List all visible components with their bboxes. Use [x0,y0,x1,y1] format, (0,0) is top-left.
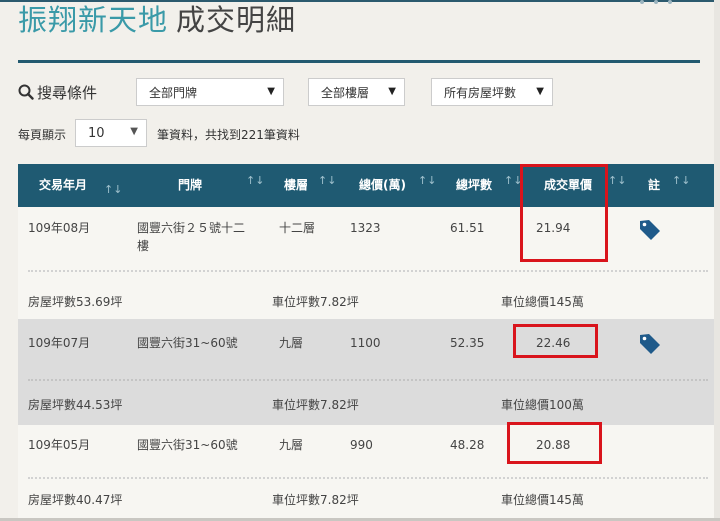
cell-total-area: 52.35 [450,336,485,350]
cell-date: 109年05月 [28,438,91,452]
filter-floor-select[interactable]: 全部樓層 ▼ [308,78,405,106]
filter-floor-value: 全部樓層 [321,85,370,100]
parking-price: 車位總價145萬 [501,493,584,507]
filter-area-select[interactable]: 所有房屋坪數 ▼ [431,78,553,106]
search-icon [18,84,34,100]
cell-total-price: 1323 [350,221,381,235]
parking-area: 車位坪數7.82坪 [272,295,359,309]
cell-address: 國豐六街２５號十二樓 [137,221,246,253]
per-page-label: 每頁顯示 [18,128,67,142]
filter-address-select[interactable]: 全部門牌 ▼ [136,78,284,106]
cell-floor: 十二層 [279,221,316,235]
row-divider [28,379,708,381]
table-header: 交易年月 ↑↓ 門牌 ↑↓ 樓層 ↑↓ 總價(萬) ↑↓ 總坪數 ↑↓ 成交單價… [18,164,714,207]
cell-total-price: 1100 [350,336,381,350]
house-area: 房屋坪數44.53坪 [28,398,123,412]
sort-icon[interactable]: ↑↓ [418,174,436,187]
result-summary: 筆資料，共找到221筆資料 [157,128,300,142]
per-page-value: 10 [88,125,105,141]
column-header-address[interactable]: 門牌 [178,164,202,207]
per-page-select[interactable]: 10 ▼ [75,119,147,147]
table-row: 109年07月 國豐六街31~60號 九層 1100 52.35 22.46 房… [18,319,714,425]
highlight-box [507,422,602,464]
cell-address: 國豐六街31~60號 [137,336,238,350]
parking-area: 車位坪數7.82坪 [272,493,359,507]
row-divider [28,270,708,272]
cell-date: 109年08月 [28,221,91,235]
title-community-name: 振翔新天地 [18,3,169,37]
title-divider [18,60,700,63]
row-divider [28,477,708,479]
page-title: 振翔新天地 成交明細 [18,0,296,40]
column-header-total-price[interactable]: 總價(萬) [359,164,406,207]
sort-icon[interactable]: ↑↓ [104,183,122,196]
title-section-name: 成交明細 [176,3,297,37]
house-area: 房屋坪數40.47坪 [28,493,123,507]
sort-icon[interactable]: ↑↓ [608,174,626,187]
filter-area-value: 所有房屋坪數 [444,85,517,100]
dropdown-arrow-icon: ▼ [267,86,275,97]
filter-address-value: 全部門牌 [149,85,198,100]
cell-total-area: 48.28 [450,438,485,452]
cell-floor: 九層 [279,336,304,350]
price-tag-icon[interactable] [638,332,662,356]
table-row: 109年08月 國豐六街２５號十二樓 十二層 1323 61.51 21.94 … [18,207,714,319]
column-header-note: 註 [648,178,661,192]
search-criteria-label: 搜尋條件 [18,81,97,103]
sort-icon[interactable]: ↑↓ [318,174,336,187]
top-decoration [640,0,672,6]
dropdown-arrow-icon: ▼ [130,126,138,137]
house-area: 房屋坪數53.69坪 [28,295,123,309]
sort-icon[interactable]: ↑↓ [246,174,264,187]
dropdown-arrow-icon: ▼ [536,86,544,97]
table-row: 109年05月 國豐六街31~60號 九層 990 48.28 20.88 房屋… [18,425,714,518]
column-header-floor[interactable]: 樓層 [284,164,308,207]
scrollbar-track[interactable] [714,0,720,521]
cell-address: 國豐六街31~60號 [137,438,238,452]
cell-total-price: 990 [350,438,373,452]
sort-icon[interactable]: ↑↓ [672,174,690,187]
column-header-total-area[interactable]: 總坪數 [456,164,492,207]
dropdown-arrow-icon: ▼ [388,86,396,97]
column-header-date[interactable]: 交易年月 [39,164,87,207]
search-label-text: 搜尋條件 [37,83,98,102]
cell-date: 109年07月 [28,336,91,350]
parking-price: 車位總價100萬 [501,398,584,412]
highlight-box [513,324,598,358]
cell-total-area: 61.51 [450,221,485,235]
parking-price: 車位總價145萬 [501,295,584,309]
parking-area: 車位坪數7.82坪 [272,398,359,412]
price-tag-icon[interactable] [638,218,662,242]
cell-floor: 九層 [279,438,304,452]
highlight-box [520,164,608,262]
